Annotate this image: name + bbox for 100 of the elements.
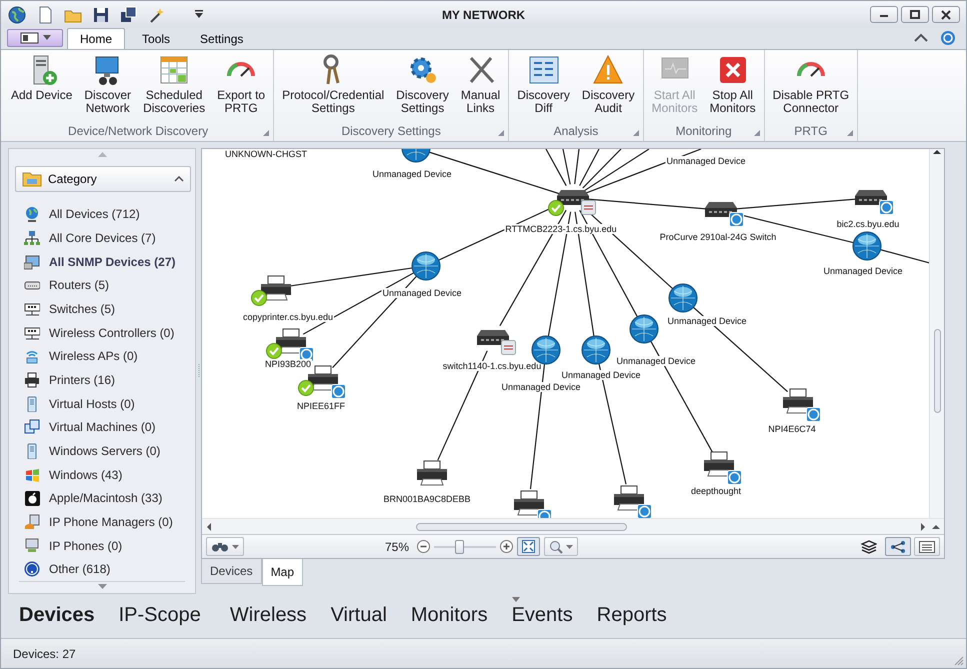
node-label: Unmanaged Device bbox=[615, 356, 697, 366]
category-item[interactable]: Wireless APs (0) bbox=[9, 344, 195, 368]
fit-to-window-button[interactable] bbox=[517, 537, 540, 556]
ribbon-button[interactable]: Stop All Monitors bbox=[704, 50, 761, 123]
printer-icon[interactable] bbox=[781, 388, 815, 414]
nav-tab[interactable]: Virtual bbox=[330, 604, 387, 626]
ribbon-button[interactable]: Scheduled Discoveries bbox=[138, 50, 210, 123]
nav-tab[interactable]: Events bbox=[512, 604, 573, 626]
node-label: Unmanaged Device bbox=[666, 316, 748, 326]
close-button[interactable] bbox=[932, 6, 960, 23]
ribbon-tab[interactable]: Home bbox=[67, 28, 126, 49]
node-label: bic2.cs.byu.edu bbox=[836, 219, 900, 229]
category-item[interactable]: Routers (5) bbox=[9, 273, 195, 298]
category-item[interactable]: All Core Devices (7) bbox=[9, 226, 195, 250]
category-item[interactable]: All SNMP Devices (27) bbox=[9, 250, 195, 274]
scroll-right-icon[interactable] bbox=[920, 522, 926, 531]
category-item[interactable]: IP Phone Managers (0) bbox=[9, 510, 195, 534]
printer-icon[interactable] bbox=[612, 485, 646, 511]
caret-icon bbox=[512, 596, 520, 602]
minimize-button[interactable] bbox=[870, 6, 898, 23]
scrollbar-thumb[interactable] bbox=[416, 522, 627, 531]
dialog-launcher-icon[interactable] bbox=[754, 130, 760, 136]
map-view-button[interactable] bbox=[884, 537, 911, 556]
scroll-left-icon[interactable] bbox=[206, 522, 212, 531]
printer-icon[interactable] bbox=[415, 460, 449, 486]
category-item[interactable]: Wireless Controllers (0) bbox=[9, 320, 195, 344]
switch-icon bbox=[24, 300, 40, 317]
dialog-launcher-icon[interactable] bbox=[632, 130, 639, 136]
ribbon-button[interactable]: Discover Network bbox=[79, 50, 136, 123]
scrollbar-thumb[interactable] bbox=[934, 329, 940, 413]
binoculars-icon bbox=[211, 540, 229, 553]
globe-icon[interactable] bbox=[411, 251, 441, 281]
dialog-launcher-icon[interactable] bbox=[263, 130, 270, 136]
printer-icon[interactable] bbox=[259, 275, 293, 301]
category-item[interactable]: Switches (5) bbox=[9, 297, 195, 321]
ribbon-button[interactable]: Export to PRTG bbox=[212, 50, 270, 123]
nav-tab[interactable]: IP-Scope bbox=[118, 604, 201, 626]
category-item[interactable]: Printers (16) bbox=[9, 368, 195, 392]
zoom-level: 75% bbox=[384, 540, 410, 554]
view-tab[interactable]: Devices bbox=[201, 559, 262, 584]
node-label: Unmanaged Device bbox=[822, 266, 904, 276]
ribbon-tab[interactable]: Tools bbox=[129, 28, 184, 49]
scroll-up-icon[interactable] bbox=[932, 524, 940, 530]
category-item[interactable]: IP Phones (0) bbox=[9, 534, 195, 558]
help-icon bbox=[24, 561, 40, 578]
category-item[interactable]: Windows Servers (0) bbox=[9, 439, 195, 463]
ribbon-button[interactable]: Discovery Diff bbox=[512, 50, 575, 123]
globe-icon[interactable] bbox=[668, 283, 698, 313]
ribbon-button[interactable]: Protocol/Credential Settings bbox=[277, 50, 390, 123]
node-label: ProCurve 2910al-24G Switch bbox=[658, 232, 778, 242]
scroll-down-icon[interactable] bbox=[98, 584, 106, 590]
app-menu-button[interactable] bbox=[7, 4, 27, 24]
globe-icon bbox=[8, 6, 26, 24]
switch-icon[interactable] bbox=[704, 201, 738, 219]
collapse-ribbon-icon[interactable] bbox=[914, 33, 928, 43]
globe-icon[interactable] bbox=[629, 314, 659, 344]
nav-tab[interactable]: Wireless bbox=[230, 604, 307, 626]
globe-icon[interactable] bbox=[581, 335, 611, 365]
category-item[interactable]: Other (618) bbox=[9, 558, 195, 582]
zoom-slider[interactable] bbox=[434, 538, 496, 555]
scroll-up-icon[interactable] bbox=[933, 149, 941, 155]
list-view-button[interactable] bbox=[914, 537, 940, 556]
category-header[interactable]: Category bbox=[15, 166, 191, 192]
node-label: BRN001BA9C8DEBB bbox=[382, 494, 472, 504]
nav-tab[interactable]: Monitors bbox=[410, 604, 488, 626]
ribbon-tab[interactable]: Settings bbox=[187, 28, 256, 49]
dialog-launcher-icon[interactable] bbox=[847, 130, 854, 136]
zoom-dropdown-button[interactable] bbox=[544, 537, 578, 556]
help-icon[interactable] bbox=[940, 30, 956, 46]
switch-icon[interactable] bbox=[854, 189, 888, 207]
category-item[interactable]: Virtual Hosts (0) bbox=[9, 392, 195, 416]
nav-tab[interactable]: Devices bbox=[19, 604, 95, 626]
ribbon-button[interactable]: Add Device bbox=[6, 50, 78, 123]
printer-icon[interactable] bbox=[512, 490, 546, 516]
app-menu-button[interactable] bbox=[7, 29, 63, 47]
zoom-out-icon[interactable] bbox=[417, 540, 430, 554]
category-item[interactable]: All Devices (712) bbox=[9, 202, 195, 226]
category-item[interactable]: Apple/Macintosh (33) bbox=[9, 486, 195, 510]
ribbon-button[interactable]: Discovery Settings bbox=[391, 50, 454, 123]
category-item[interactable]: Virtual Machines (0) bbox=[9, 416, 195, 440]
ribbon-button[interactable]: Discovery Audit bbox=[576, 50, 640, 123]
globe-icon[interactable] bbox=[852, 231, 882, 261]
zoom-in-icon[interactable] bbox=[500, 540, 514, 554]
printer-icon[interactable] bbox=[702, 451, 736, 477]
save-all-button[interactable] bbox=[119, 4, 139, 24]
nav-tab[interactable]: Reports bbox=[596, 604, 667, 626]
resize-grip-icon[interactable] bbox=[953, 655, 964, 666]
find-dropdown-button[interactable] bbox=[206, 537, 244, 556]
network-icon bbox=[24, 230, 40, 246]
maximize-button[interactable] bbox=[901, 6, 929, 23]
ribbon-button[interactable]: Disable PRTG Connector bbox=[768, 50, 854, 123]
dialog-launcher-icon[interactable] bbox=[498, 130, 504, 136]
node-label: copyprinter.cs.byu.edu bbox=[242, 312, 334, 322]
caret-icon bbox=[232, 544, 239, 549]
ribbon-button[interactable]: Manual Links bbox=[456, 50, 506, 123]
view-tab[interactable]: Map bbox=[262, 559, 304, 586]
save-icon bbox=[92, 6, 110, 24]
category-item[interactable]: Windows (43) bbox=[9, 462, 195, 487]
switch-icon[interactable] bbox=[476, 329, 510, 347]
slider-thumb[interactable] bbox=[454, 540, 464, 554]
